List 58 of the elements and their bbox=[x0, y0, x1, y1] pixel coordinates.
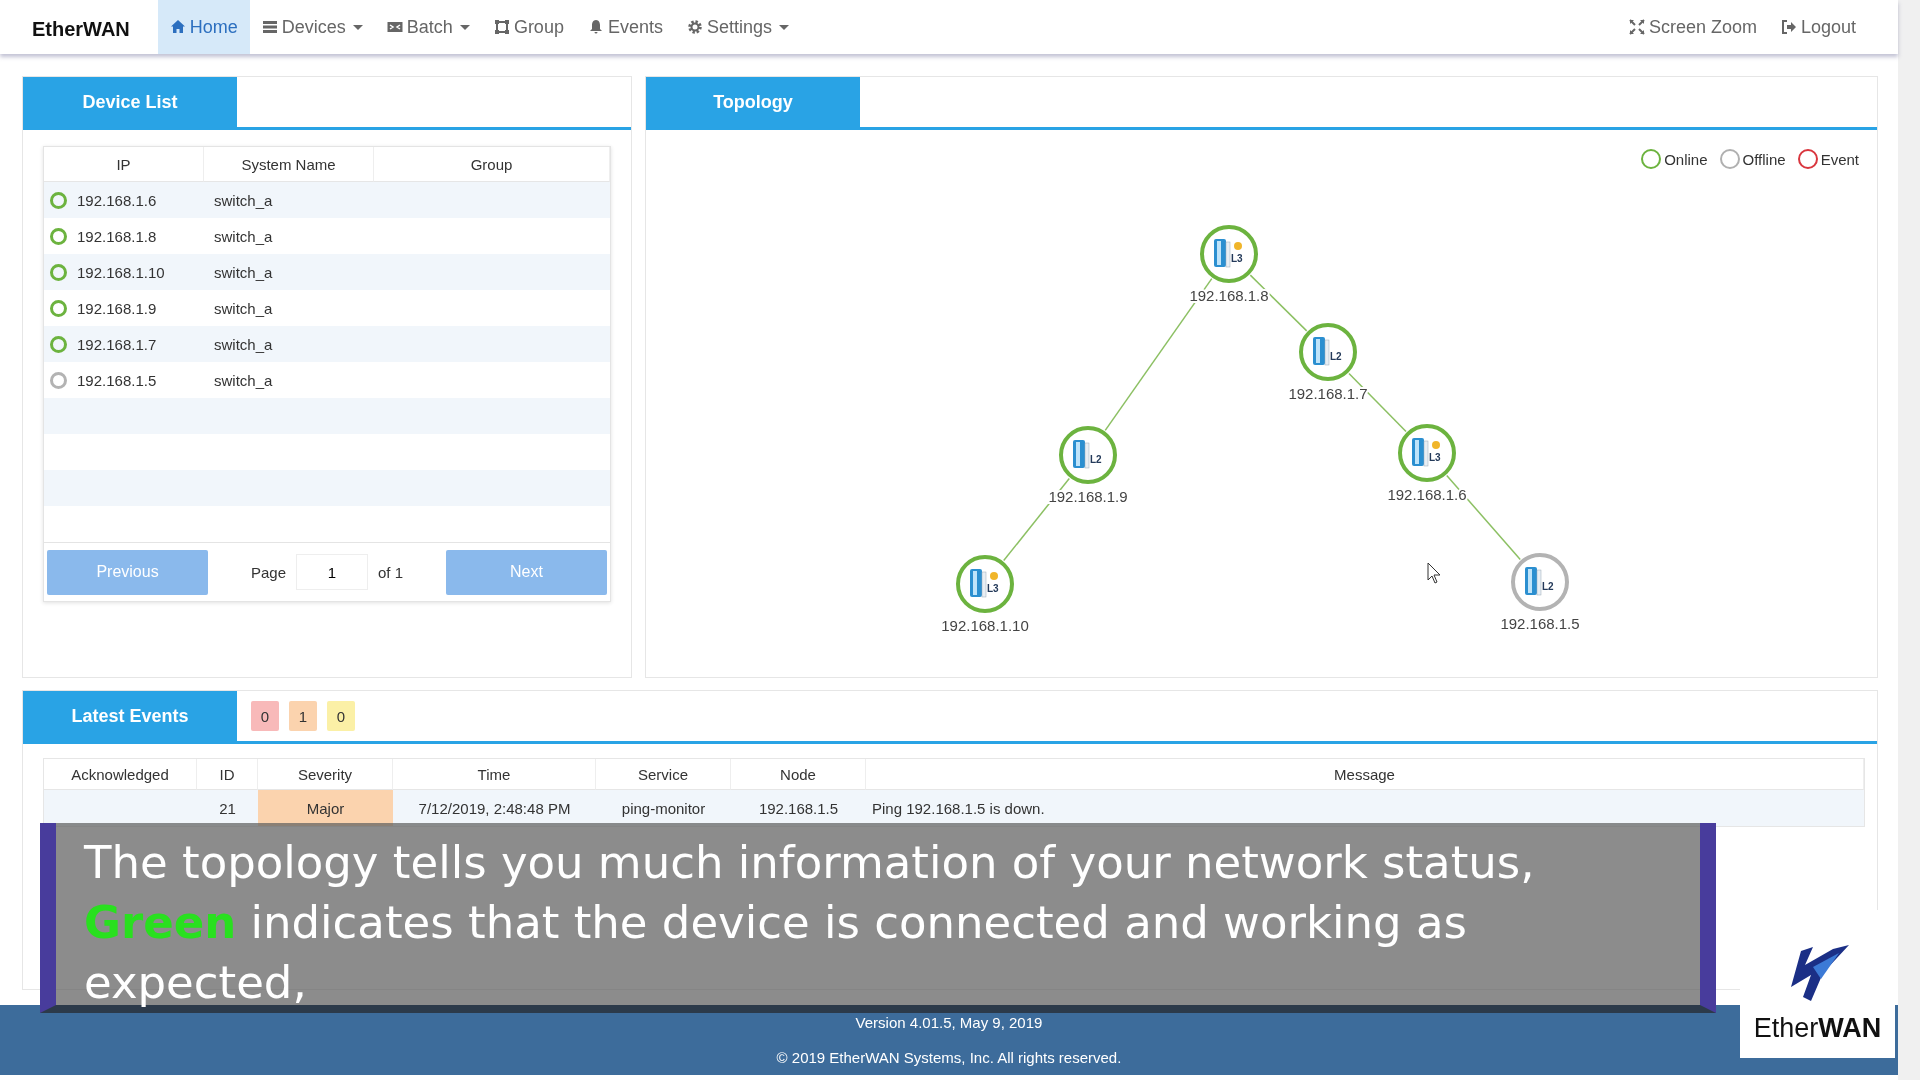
table-cell: switch_a bbox=[214, 263, 273, 281]
node-label: 192.168.1.7 bbox=[1288, 385, 1368, 402]
count-badge: 0 bbox=[327, 701, 355, 731]
table-cell: 192.168.1.10 bbox=[77, 263, 165, 281]
page-field[interactable]: 1 bbox=[296, 554, 368, 590]
frame-icon bbox=[493, 19, 510, 35]
table-cell: switch_a bbox=[214, 227, 273, 245]
severity-cell: Major bbox=[258, 790, 393, 826]
gear-icon bbox=[686, 19, 703, 35]
count-badge: 1 bbox=[289, 701, 317, 731]
nav-item[interactable]: Settings bbox=[674, 0, 801, 54]
nav-item[interactable]: Logout bbox=[1768, 0, 1868, 54]
version-text: Version 4.01.5, May 9, 2019 bbox=[855, 1014, 1043, 1031]
count-badge: 0 bbox=[251, 701, 279, 731]
legend-label: Offline bbox=[1742, 150, 1786, 168]
nav-item[interactable]: Batch bbox=[374, 0, 482, 54]
home-icon bbox=[169, 19, 186, 35]
node-label: 192.168.1.6 bbox=[1387, 486, 1467, 503]
list-icon bbox=[261, 19, 278, 35]
nav-item[interactable]: Events bbox=[575, 0, 675, 54]
nav-item[interactable]: Devices bbox=[249, 0, 375, 54]
switch-node[interactable]: L2 bbox=[1299, 323, 1357, 381]
cursor-icon bbox=[1427, 562, 1441, 584]
node-label: 192.168.1.5 bbox=[1500, 615, 1580, 632]
logout-icon bbox=[1780, 19, 1797, 35]
table-cell: Ping 192.168.1.5 is down. bbox=[872, 799, 1045, 817]
brand-name: EtherWAN bbox=[31, 16, 131, 42]
node-label: 192.168.1.10 bbox=[941, 617, 1029, 634]
table-cell: 7/12/2019, 2:48:48 PM bbox=[418, 799, 571, 817]
table-cell: 192.168.1.6 bbox=[77, 191, 157, 209]
switch-node[interactable]: L3 bbox=[1398, 424, 1456, 482]
table-cell: switch_a bbox=[214, 299, 273, 317]
table-cell: 192.168.1.9 bbox=[77, 299, 157, 317]
switch-node[interactable]: L2 bbox=[1511, 553, 1569, 611]
table-cell: 192.168.1.5 bbox=[758, 799, 839, 817]
batch-icon bbox=[386, 19, 403, 35]
subtitle-text: The topology tells you much information of your network status, Green indicates that the device is connected and working as expected, bbox=[84, 835, 1536, 1011]
nav-item[interactable]: Group bbox=[481, 0, 576, 54]
switch-node[interactable]: L2 bbox=[1059, 426, 1117, 484]
legend-label: Event bbox=[1820, 150, 1859, 168]
copyright-text: © 2019 EtherWAN Systems, Inc. All rights reserved. bbox=[776, 1049, 1122, 1066]
table-cell: ping-monitor bbox=[621, 799, 706, 817]
table-cell: 192.168.1.7 bbox=[77, 335, 157, 353]
expand-icon bbox=[1628, 19, 1645, 35]
page-count: of 1 bbox=[378, 563, 404, 581]
nav-item[interactable]: Screen Zoom bbox=[1616, 0, 1769, 54]
table-cell: 192.168.1.5 bbox=[77, 371, 157, 389]
table-cell: switch_a bbox=[214, 371, 273, 389]
switch-node[interactable]: L3 bbox=[1200, 225, 1258, 283]
nav-item[interactable]: Home bbox=[157, 0, 250, 54]
logo-text: EtherWAN bbox=[1753, 1013, 1882, 1044]
table-cell: switch_a bbox=[214, 335, 273, 353]
legend-label: Online bbox=[1664, 150, 1708, 168]
table-cell: switch_a bbox=[214, 191, 273, 209]
table-cell: 21 bbox=[219, 799, 236, 817]
page-label: Page bbox=[250, 563, 286, 581]
table-cell: 192.168.1.8 bbox=[77, 227, 157, 245]
switch-node[interactable]: L3 bbox=[956, 555, 1014, 613]
